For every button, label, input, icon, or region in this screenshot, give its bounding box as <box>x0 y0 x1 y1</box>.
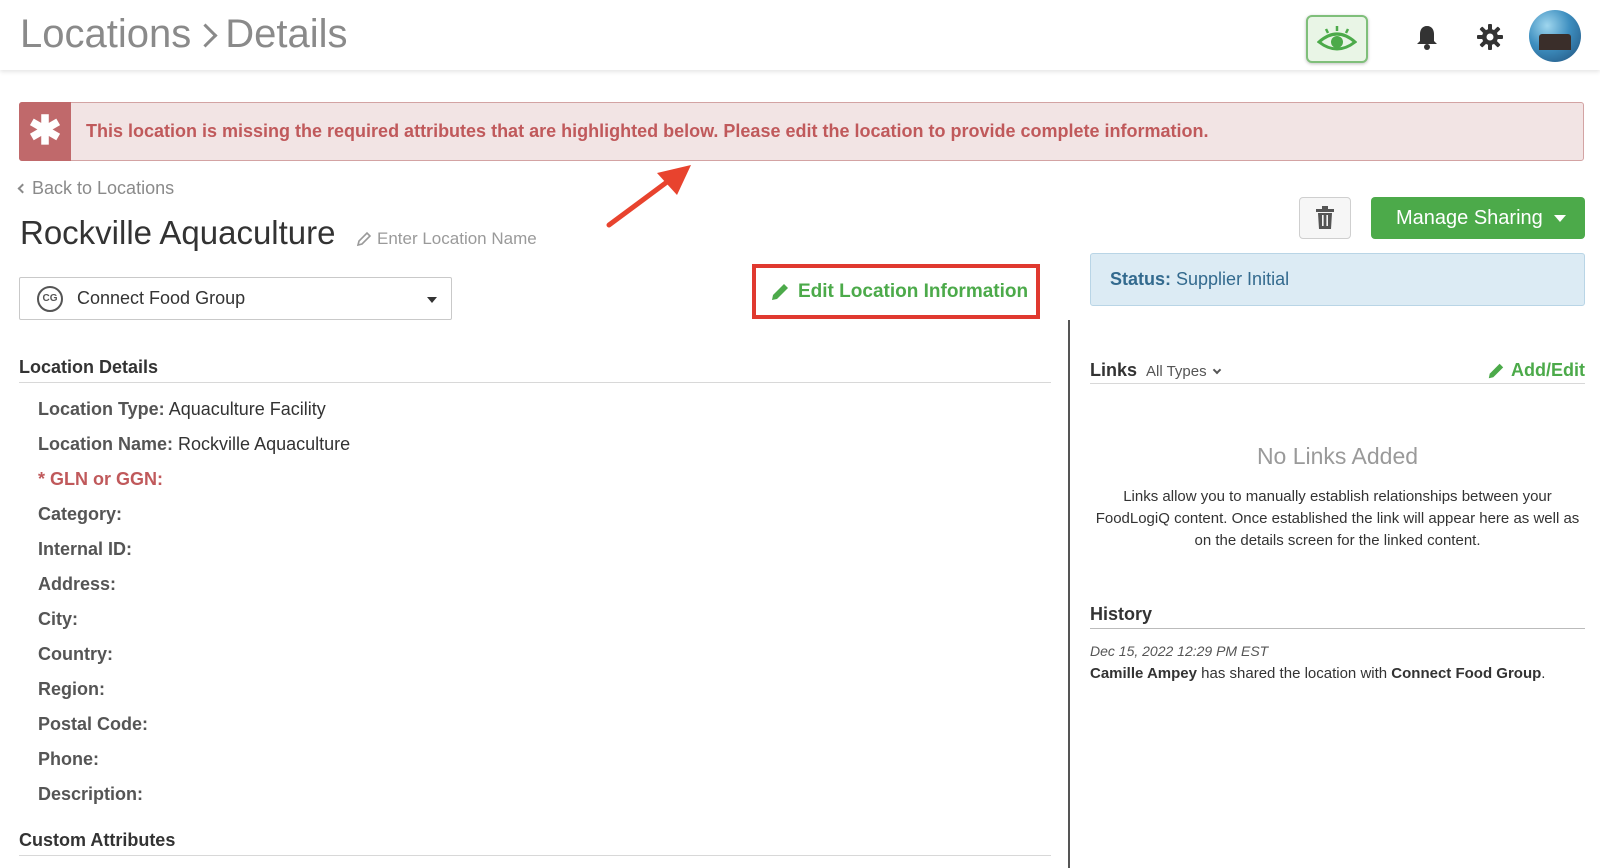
caret-down-icon <box>427 297 437 303</box>
breadcrumb-locations[interactable]: Locations <box>20 12 191 57</box>
history-target: Connect Food Group <box>1391 665 1542 682</box>
view-toggle-button[interactable] <box>1306 15 1368 63</box>
delete-button[interactable] <box>1299 197 1351 239</box>
detail-country: Country: <box>38 644 113 664</box>
asterisk-icon: ✱ <box>19 101 71 161</box>
detail-address: Address: <box>38 574 117 594</box>
detail-city: City: <box>38 609 78 629</box>
history-heading: History <box>1090 604 1585 629</box>
chevron-down-icon <box>1212 365 1221 374</box>
trash-icon <box>1316 206 1334 229</box>
links-add-edit-button[interactable]: Add/Edit <box>1487 360 1585 381</box>
links-title: Links <box>1090 360 1138 380</box>
status-box: Status: Supplier Initial <box>1090 253 1585 306</box>
breadcrumb: Locations Details <box>20 12 348 57</box>
organization-select[interactable]: CG Connect Food Group <box>19 277 452 320</box>
detail-region: Region: <box>38 679 105 699</box>
annotation-arrow-icon <box>606 165 691 228</box>
back-link-label: Back to Locations <box>32 178 175 198</box>
custom-attributes-heading: Custom Attributes <box>19 830 1051 856</box>
location-details-heading: Location Details <box>19 357 1051 383</box>
name-hint-label: Enter Location Name <box>377 229 537 248</box>
alert-message: This location is missing the required at… <box>86 121 1209 141</box>
links-header: Links All Types Add/Edit <box>1090 360 1585 384</box>
manage-sharing-label: Manage Sharing <box>1396 206 1543 229</box>
breadcrumb-details: Details <box>225 12 348 56</box>
links-type-filter[interactable]: All Types <box>1146 363 1221 380</box>
caret-down-icon <box>1554 215 1566 222</box>
eye-icon <box>1317 26 1357 51</box>
location-title: Rockville Aquaculture <box>20 214 336 251</box>
pencil-icon <box>356 231 372 247</box>
organization-select-value: Connect Food Group <box>77 288 246 308</box>
bell-icon[interactable] <box>1412 22 1442 52</box>
history-date: Dec 15, 2022 12:29 PM EST <box>1090 643 1269 659</box>
no-links-title: No Links Added <box>1256 443 1419 469</box>
manage-sharing-button[interactable]: Manage Sharing <box>1371 197 1585 239</box>
pencil-icon <box>1488 363 1504 378</box>
gear-icon[interactable] <box>1475 22 1505 52</box>
back-to-locations-link[interactable]: Back to Locations <box>17 178 175 199</box>
enter-location-name-link[interactable]: Enter Location Name <box>356 229 537 249</box>
column-divider <box>1068 320 1070 868</box>
edit-location-information-button[interactable]: Edit Location Information <box>752 264 1040 319</box>
detail-internal-id: Internal ID: <box>38 539 133 559</box>
avatar[interactable] <box>1529 10 1581 62</box>
pencil-icon <box>772 283 788 300</box>
detail-category: Category: <box>38 504 123 524</box>
history-entry: Camille Ampey has shared the location wi… <box>1090 665 1546 682</box>
organization-logo-icon: CG <box>37 285 63 312</box>
detail-postal-code: Postal Code: <box>38 714 149 734</box>
top-bar: Locations Details <box>0 0 1600 70</box>
detail-location-name: Location Name: Rockville Aquaculture <box>38 434 351 454</box>
add-edit-label: Add/Edit <box>1511 360 1585 380</box>
detail-location-type: Location Type: Aquaculture Facility <box>38 399 326 419</box>
chevron-right-icon <box>191 15 225 55</box>
detail-description: Description: <box>38 784 144 804</box>
chevron-left-icon <box>17 183 28 194</box>
links-type-value: All Types <box>1146 363 1207 380</box>
detail-gln-ggn: * GLN or GGN: <box>38 469 163 489</box>
status-value: Supplier Initial <box>1176 269 1290 289</box>
edit-location-label: Edit Location Information <box>798 280 1029 302</box>
history-actor: Camille Ampey <box>1090 665 1197 682</box>
missing-attributes-alert: ✱ This location is missing the required … <box>19 101 1584 161</box>
links-description: Links allow you to manually establish re… <box>1095 488 1580 549</box>
status-label: Status: <box>1110 269 1172 289</box>
history-action: has shared the location with <box>1201 665 1388 682</box>
detail-phone: Phone: <box>38 749 99 769</box>
